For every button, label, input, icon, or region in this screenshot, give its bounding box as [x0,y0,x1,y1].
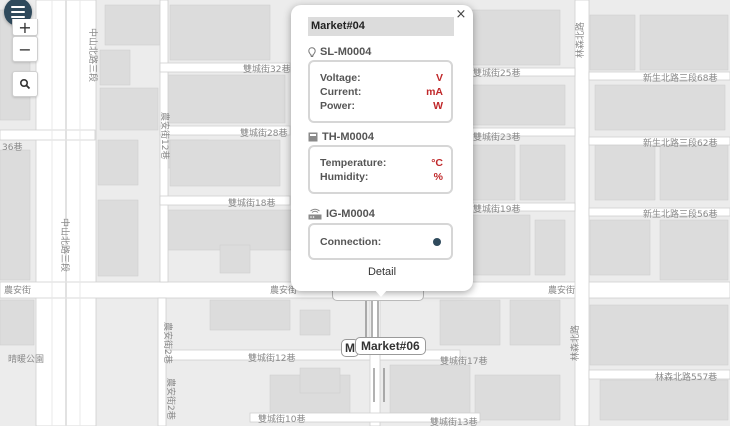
connection-row: Connection: [320,236,443,249]
road-label: 農安街 [548,284,575,296]
road-label: 新生北路三段62巷 [643,137,717,149]
popup-tail [374,289,388,297]
road-label: 雙城街25巷 [473,67,520,79]
road-label: 林森北路 [569,325,581,361]
device-id-sl: SL-M0004 [320,46,372,58]
road-label: 雙城街12巷 [248,352,295,364]
road-label: 雙城街19巷 [473,203,520,215]
humidity-label: Humidity: [320,171,369,183]
road-label: 雙城街28巷 [240,127,287,139]
road-label: 晴暖公園 [8,353,44,365]
device-box-th: Temperature: °C Humidity: % [308,145,453,194]
road-label: 中山北路三段 [59,218,71,272]
voltage-label: Voltage: [320,72,361,84]
sensor-icon [308,132,318,142]
zoom-in-button[interactable]: + [12,17,38,37]
road-label: 林森北路 [574,22,586,58]
device-header-ig: IG-M0004 [308,208,375,220]
temperature-unit: °C [431,157,443,169]
streetlight-icon [308,46,316,57]
zoom-out-label: − [18,39,32,59]
road-label: 中山北路三段 [87,28,99,82]
close-icon: × [455,7,467,22]
current-label: Current: [320,86,362,98]
power-row: Power: W [320,100,443,113]
temperature-label: Temperature: [320,157,387,169]
power-unit: W [433,100,443,112]
humidity-unit: % [433,171,443,183]
search-button[interactable] [12,71,38,97]
road-label: 新生北路三段68巷 [643,72,717,84]
device-header-sl: SL-M0004 [308,46,371,58]
road-label: 雙城街17巷 [440,355,487,367]
power-label: Power: [320,100,356,112]
current-unit: mA [426,86,443,98]
market-popup: × Market#04 SL-M0004 Voltage: V Current:… [291,5,473,291]
connection-status-dot [433,238,441,246]
detail-link[interactable]: Detail [291,266,473,278]
humidity-row: Humidity: % [320,171,443,184]
road-label: 農安街 [4,284,31,296]
device-box-sl: Voltage: V Current: mA Power: W [308,60,453,123]
marker-market06-text: Market#06 [361,339,420,353]
current-row: Current: mA [320,86,443,99]
zoom-out-button[interactable]: − [12,36,38,62]
voltage-unit: V [435,72,443,84]
marker-partial-text: M [345,341,355,355]
device-header-th: TH-M0004 [308,131,374,143]
road-label: 農安街2巷 [162,322,174,364]
road-label: 農安街2巷 [165,378,177,420]
connection-label: Connection: [320,236,382,248]
road-label: 新生北路三段56巷 [643,208,717,220]
temperature-row: Temperature: °C [320,157,443,170]
road-label: 農安街12巷 [159,112,171,159]
road-label: 雙城街13巷 [430,416,477,426]
device-id-ig: IG-M0004 [326,208,375,220]
road-label: 36巷 [2,142,22,153]
voltage-row: Voltage: V [320,72,443,85]
gateway-icon [308,208,322,220]
road-label: 雙城街23巷 [473,131,520,143]
close-button[interactable]: × [454,8,468,22]
road-label: 雙城街32巷 [243,63,290,75]
device-id-th: TH-M0004 [322,131,374,143]
road-label: 雙城街18巷 [228,197,275,209]
popup-title: Market#04 [308,17,454,36]
search-icon [19,78,31,90]
device-box-ig: Connection: [308,223,453,260]
road-label: 雙城街10巷 [258,413,305,425]
zoom-in-label: + [18,17,32,37]
road-label: 林森北路557巷 [655,371,717,383]
marker-market06-label[interactable]: Market#06 [355,337,426,355]
